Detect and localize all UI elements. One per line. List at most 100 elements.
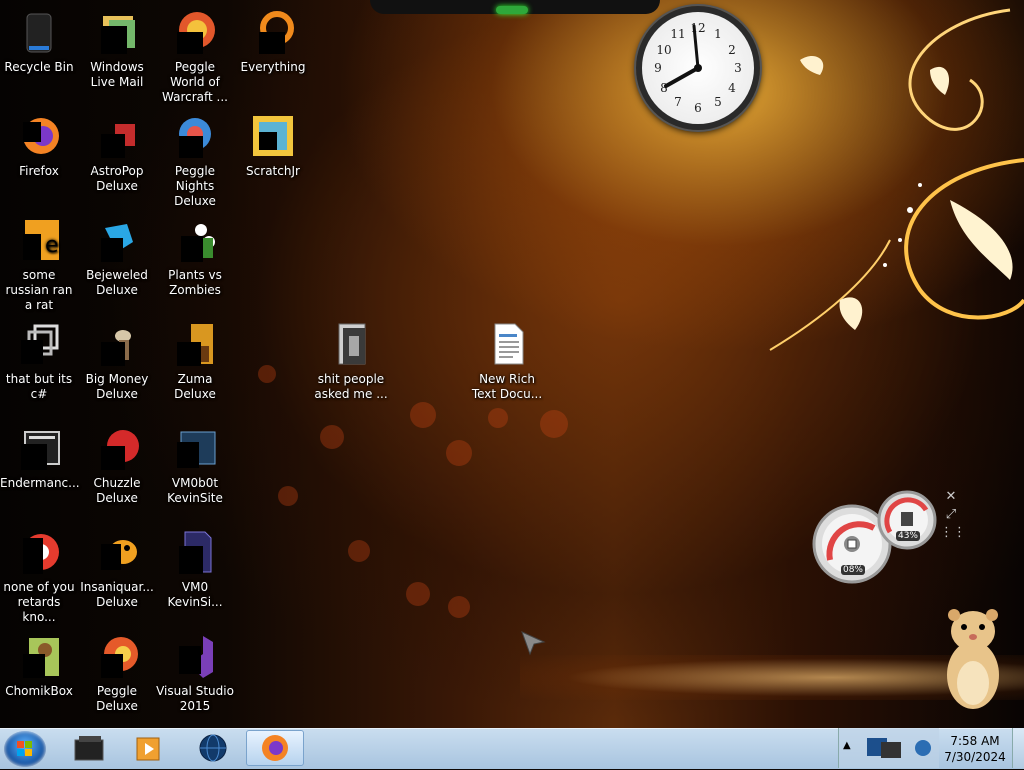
icon-label: Endermanc... (0, 476, 80, 490)
desktop-icon-windows-live-mail[interactable]: Windows Live Mail (78, 4, 156, 90)
bokeh-dot (406, 582, 430, 606)
astropop-icon (93, 114, 141, 158)
icon-label: VM0 KevinSi... (167, 580, 223, 609)
peggle-wow-icon (171, 10, 219, 54)
app-window-icon (15, 426, 63, 470)
desktop-icon-russian-rat[interactable]: e some russian ran a rat (0, 212, 78, 313)
desktop-icon-bejeweled[interactable]: Bejeweled Deluxe (78, 212, 156, 298)
bokeh-dot (488, 408, 508, 428)
icon-label: Bejeweled Deluxe (86, 268, 148, 297)
cpu-usage-readout: 08% (841, 565, 865, 575)
drag-handle-icon[interactable]: ⋮⋮ (940, 524, 966, 542)
desktop-icon-vm0b0t-kevinsite[interactable]: VM0b0t KevinSite (156, 420, 234, 506)
desktop-icon-scratchjr[interactable]: ScratchJr (234, 108, 312, 179)
icon-label: Visual Studio 2015 (156, 684, 234, 713)
icon-label: Plants vs Zombies (168, 268, 222, 297)
taskbar-firefox-button[interactable] (246, 730, 304, 766)
tray-app-icon[interactable] (913, 738, 933, 758)
icon-label: ChomikBox (5, 684, 73, 698)
svg-text:e: e (45, 233, 59, 258)
desktop-icon-zuma[interactable]: Zuma Deluxe (156, 316, 234, 402)
peggle-nights-icon (171, 114, 219, 158)
close-icon[interactable]: ✕ (940, 488, 962, 506)
desktop-icon-peggle-nights[interactable]: Peggle Nights Deluxe (156, 108, 234, 209)
icon-label: that but its c# (5, 372, 73, 401)
media-player-icon (136, 737, 160, 761)
chuzzle-icon (93, 426, 141, 470)
windows-logo-icon (17, 741, 32, 756)
desktop-icon-everything[interactable]: Everything (234, 4, 312, 75)
firefox-icon (15, 114, 63, 158)
resize-icon[interactable]: ⤢ (940, 506, 962, 524)
folder-icon (327, 322, 375, 366)
bokeh-dot (410, 402, 436, 428)
taskbar-terminal-button[interactable] (60, 730, 118, 766)
bokeh-dot (258, 365, 276, 383)
desktop-icon-chuzzle[interactable]: Chuzzle Deluxe (78, 420, 156, 506)
recycle-bin-icon (15, 10, 63, 54)
desktop-icon-chomikbox[interactable]: ChomikBox (0, 628, 78, 699)
bokeh-dot (446, 440, 472, 466)
icon-label: Big Money Deluxe (85, 372, 149, 401)
plants-vs-zombies-icon (171, 218, 219, 262)
bokeh-dot (448, 596, 470, 618)
icon-label: some russian ran a rat (5, 268, 73, 312)
show-desktop-button[interactable] (1012, 728, 1024, 768)
taskbar-clock[interactable]: 7:58 AM 7/30/2024 (940, 733, 1010, 765)
clock-hands (664, 24, 702, 88)
desktop-icon-new-rich-text-document[interactable]: New Rich Text Docu... (468, 316, 546, 402)
bokeh-dot (320, 425, 344, 449)
clock-date: 7/30/2024 (944, 750, 1006, 764)
firefox-icon (262, 735, 288, 761)
network-icon[interactable] (863, 734, 907, 762)
icon-label: Recycle Bin (4, 60, 74, 74)
clock-gadget[interactable]: 12 1 2 3 4 5 6 7 8 9 10 11 (636, 6, 760, 130)
icon-label: Zuma Deluxe (174, 372, 216, 401)
desktop-icon-firefox[interactable]: Firefox (0, 108, 78, 179)
desktop-icon-plants-vs-zombies[interactable]: Plants vs Zombies (156, 212, 234, 298)
desktop-icon-vm0-kevinsite[interactable]: VM0 KevinSi... (156, 524, 234, 610)
desktop-icon-that-but-its-csharp[interactable]: that but its c# (0, 316, 78, 402)
vm-icon (171, 426, 219, 470)
mouse-cursor-icon (521, 631, 546, 656)
scratchjr-icon (249, 114, 297, 158)
icon-label: none of you retards kno... (3, 580, 75, 624)
taskbar-globe-button[interactable] (184, 730, 242, 766)
icon-label: Peggle Nights Deluxe (174, 164, 216, 208)
desktop-icon-none-of-you[interactable]: none of you retards kno... (0, 524, 78, 625)
show-hidden-icons-button[interactable]: ▲ (843, 740, 851, 751)
desktop-icon-big-money[interactable]: Big Money Deluxe (78, 316, 156, 402)
desktop-icon-peggle-deluxe[interactable]: Peggle Deluxe (78, 628, 156, 714)
hamster-pet-icon[interactable] (940, 605, 1006, 710)
desktop-icon-peggle-wow[interactable]: Peggle World of Warcraft ... (156, 4, 234, 105)
desktop-icon-folder[interactable]: shit people asked me ... (312, 316, 390, 402)
bokeh-dot (278, 486, 298, 506)
icon-label: Peggle Deluxe (96, 684, 138, 713)
visual-studio-icon (171, 634, 219, 678)
icon-label: Everything (240, 60, 306, 74)
taskbar-media-player-button[interactable] (120, 730, 178, 766)
icon-label: VM0b0t KevinSite (167, 476, 223, 505)
desktop-icon-endermanc[interactable]: Endermanc... (0, 420, 80, 491)
desktop-icon-insaniquarium[interactable]: Insaniquar... Deluxe (78, 524, 156, 610)
windows-live-mail-icon (93, 10, 141, 54)
globe-icon (199, 734, 227, 762)
bokeh-dot (348, 540, 370, 562)
vm-file-icon (171, 530, 219, 574)
zuma-icon (171, 322, 219, 366)
system-tray: ▲ (838, 728, 939, 768)
peggle-icon (93, 634, 141, 678)
insaniquarium-icon (93, 530, 141, 574)
shortcut-icon (15, 322, 63, 366)
desktop-icon-visual-studio[interactable]: Visual Studio 2015 (156, 628, 234, 714)
start-button[interactable] (4, 731, 46, 767)
gadget-controls: ✕ ⤢ ⋮⋮ (940, 488, 966, 550)
desktop-icon-recycle-bin[interactable]: Recycle Bin (0, 4, 78, 75)
bokeh-dot (540, 410, 568, 438)
clock-time: 7:58 AM (950, 734, 1000, 748)
status-light (496, 6, 528, 14)
gold-swirl-decoration (769, 8, 1024, 351)
desktop-icon-astropop[interactable]: AstroPop Deluxe (78, 108, 156, 194)
rich-text-document-icon (483, 322, 531, 366)
icon-label: shit people asked me ... (314, 372, 388, 401)
